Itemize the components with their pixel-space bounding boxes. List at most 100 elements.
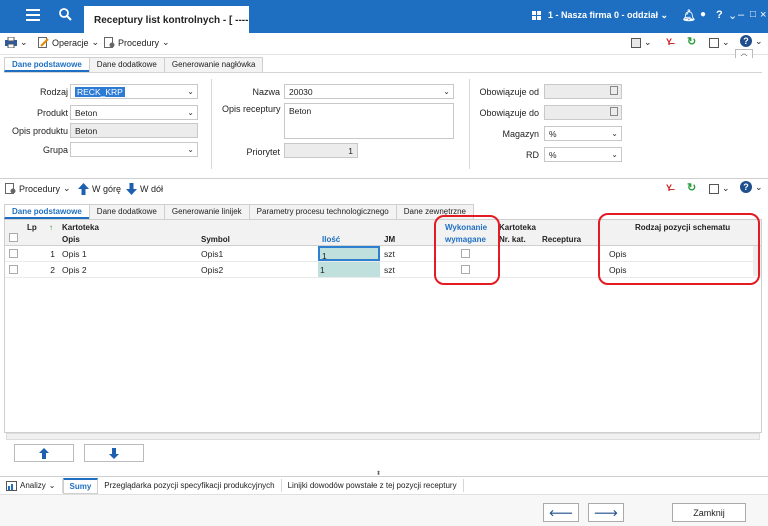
opis-produktu-label: Opis produktu [11, 126, 68, 136]
horizontal-scrollbar[interactable] [6, 433, 760, 440]
hamburger-menu-icon[interactable] [26, 9, 40, 21]
operacje-button[interactable]: Operacje ⌄ [38, 37, 99, 48]
magazyn-select[interactable]: % ⌄ [544, 126, 622, 141]
col-receptura[interactable]: Receptura [542, 235, 581, 244]
help-button[interactable]: ? ⌄ [740, 35, 763, 47]
export-button[interactable]: ⌄ [709, 37, 730, 48]
nazwa-select[interactable]: 20030 ⌄ [284, 84, 454, 99]
export-button[interactable]: ⌄ [709, 183, 730, 194]
col-ilosc[interactable]: Ilość [322, 235, 340, 244]
obowiazuje-do-field[interactable] [544, 105, 622, 120]
calendar-icon[interactable] [610, 107, 618, 116]
tab-generowanie-linijek[interactable]: Generowanie linijek [163, 204, 250, 219]
arrow-down-icon [109, 448, 119, 459]
procedure-icon [104, 37, 115, 48]
help-icon[interactable]: ? [716, 9, 723, 21]
user-icon[interactable]: ● [700, 9, 706, 20]
zamknij-button[interactable]: Zamknij [672, 503, 746, 522]
calendar-icon[interactable] [610, 86, 618, 95]
analizy-button[interactable]: Analizy ⌄ [0, 478, 63, 493]
tab-generowanie-naglowka[interactable]: Generowanie nagłówka [163, 57, 264, 72]
tab-dane-dodatkowe[interactable]: Dane dodatkowe [88, 204, 165, 219]
cell-ilosc[interactable]: 1 [318, 246, 380, 261]
cell-symbol: Opis2 [201, 265, 224, 275]
refresh-icon: ↻ [687, 182, 697, 194]
close-icon[interactable]: × [760, 9, 766, 21]
maximize-icon[interactable]: □ [750, 9, 756, 20]
chevron-down-icon: ⌄ [611, 129, 618, 138]
col-opis[interactable]: Opis [62, 235, 80, 244]
col-kartoteka[interactable]: Kartoteka [62, 223, 99, 232]
opis-produktu-field: Beton [70, 123, 198, 138]
opis-receptury-field[interactable]: Beton [284, 103, 454, 139]
refresh-button[interactable]: ↻ [687, 181, 696, 194]
tab-dane-dodatkowe[interactable]: Dane dodatkowe [88, 57, 165, 72]
priorytet-field[interactable]: 1 [284, 143, 358, 158]
procedury-detail-button[interactable]: Procedury ⌄ [5, 183, 71, 194]
tab-dane-podstawowe[interactable]: Dane podstawowe [4, 204, 90, 219]
move-up-label: W górę [92, 184, 122, 194]
row-checkbox[interactable] [9, 249, 18, 258]
col-jm[interactable]: JM [384, 235, 395, 244]
filter-clear-button[interactable]: Y̶ [666, 37, 672, 47]
divider [211, 79, 212, 169]
nazwa-label: Nazwa [252, 87, 280, 97]
procedury-button[interactable]: Procedury ⌄ [104, 37, 170, 48]
row-checkbox[interactable] [9, 265, 18, 274]
view-icon [631, 37, 641, 48]
chevron-down-icon: ⌄ [187, 145, 194, 154]
rodzaj-select[interactable]: RECK_KRP ⌄ [70, 84, 198, 99]
previous-button[interactable]: 🡐 [543, 503, 579, 522]
cell-jm: szt [384, 249, 395, 259]
col-nr-kat[interactable]: Nr. kat. [499, 235, 526, 244]
arrow-down-icon [126, 183, 137, 195]
move-up-row-button[interactable] [14, 444, 74, 462]
minimize-icon[interactable]: – [738, 9, 744, 21]
col-symbol[interactable]: Symbol [201, 235, 230, 244]
chevron-down-icon: ⌄ [187, 108, 194, 117]
tab-parametry-procesu[interactable]: Parametry procesu technologicznego [248, 204, 397, 219]
cell-ilosc[interactable]: 1 [318, 262, 380, 277]
document-tab[interactable]: Receptury list kontrolnych - [ ----, CI [84, 6, 249, 33]
apps-grid-icon[interactable] [532, 11, 541, 20]
view-options-button[interactable]: ⌄ [631, 37, 652, 48]
tab-przegladarka[interactable]: Przeglądarka pozycji specyfikacji produk… [98, 479, 282, 492]
help-button[interactable]: ? ⌄ [740, 181, 763, 193]
move-up-button[interactable]: W górę [78, 183, 121, 195]
col-kartoteka-2[interactable]: Kartoteka [499, 223, 536, 232]
obowiazuje-od-field[interactable] [544, 84, 622, 99]
arrow-left-icon: 🡐 [548, 508, 574, 518]
bottom-tabs: Analizy ⌄ Sumy Przeglądarka pozycji spec… [0, 476, 768, 494]
select-all-checkbox[interactable] [9, 233, 18, 242]
search-icon[interactable] [59, 8, 72, 21]
chevron-down-icon[interactable]: ⌄ [728, 9, 737, 22]
filter-clear-button[interactable]: Y̶ [666, 183, 672, 193]
export-icon [709, 183, 719, 194]
print-button[interactable]: ⌄ [5, 37, 28, 48]
detail-tabs: Dane podstawowe Dane dodatkowe Generowan… [4, 204, 475, 219]
produkt-select[interactable]: Beton ⌄ [70, 105, 198, 120]
tab-sumy[interactable]: Sumy [62, 477, 99, 494]
move-down-label: W dół [140, 184, 164, 194]
grupa-select[interactable]: ⌄ [70, 142, 198, 157]
analizy-label: Analizy [20, 481, 46, 490]
arrow-right-icon: 🡒 [593, 508, 619, 518]
printer-icon [5, 37, 17, 48]
tab-dane-podstawowe[interactable]: Dane podstawowe [4, 57, 90, 72]
move-down-button[interactable]: W dół [126, 183, 163, 195]
rd-select[interactable]: % ⌄ [544, 147, 622, 162]
refresh-icon: ↻ [687, 36, 697, 48]
tab-linijki-dowodow[interactable]: Linijki dowodów powstałe z tej pozycji r… [282, 479, 464, 492]
next-button[interactable]: 🡒 [588, 503, 624, 522]
cell-lp: 1 [50, 249, 55, 259]
bell-icon[interactable]: 🔔︎ [682, 9, 696, 22]
company-selector[interactable]: 1 - Nasza firma 0 - oddział ⌄ [548, 10, 668, 21]
collapse-icon[interactable]: ︿ [735, 49, 753, 58]
move-down-row-button[interactable] [84, 444, 144, 462]
refresh-button[interactable]: ↻ [687, 35, 696, 48]
main-toolbar: ⌄ Operacje ⌄ Procedury ⌄ ⌄ Y̶ ↻ ⌄ ? ⌄ ︿ [0, 33, 768, 58]
col-lp[interactable]: Lp [27, 223, 37, 232]
sort-up-icon[interactable]: ↑ [49, 223, 53, 232]
procedury-label: Procedury [118, 37, 160, 48]
filter-clear-icon: Y̶ [666, 37, 673, 47]
